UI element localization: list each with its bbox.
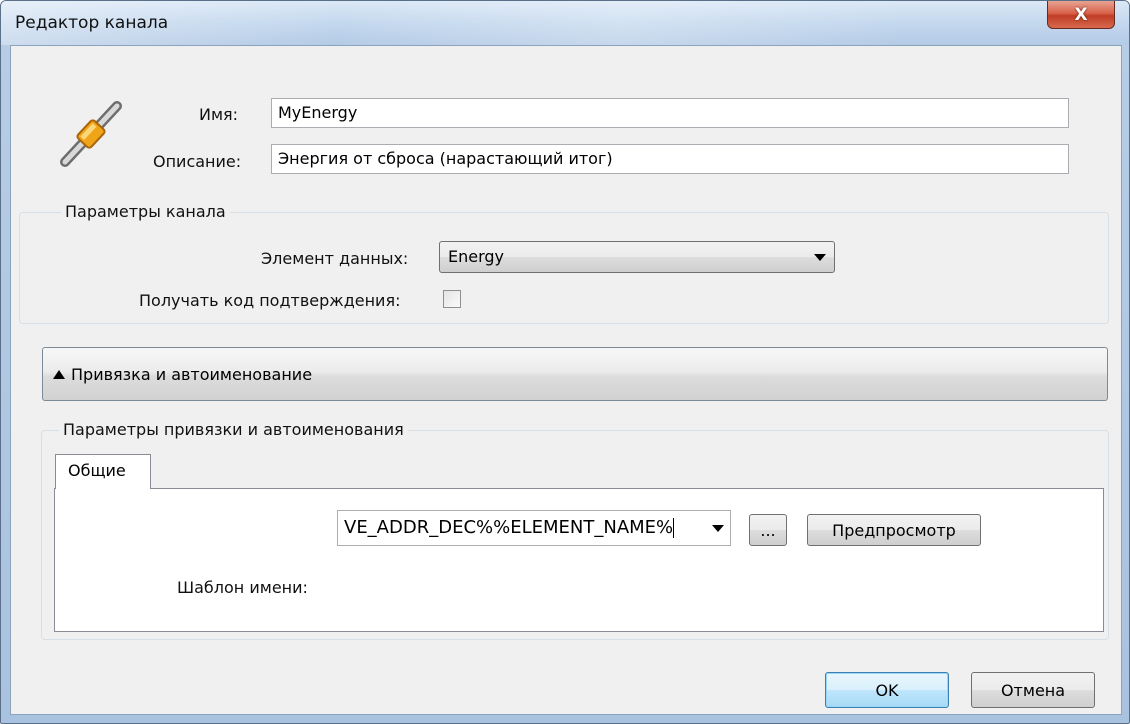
preview-button-label: Предпросмотр	[832, 520, 956, 540]
dialog-client-area: Имя: MyEnergy Описание: Энергия от сброс…	[10, 45, 1122, 715]
name-template-combo[interactable]: VE_ADDR_DEC%%ELEMENT_NAME%	[337, 510, 731, 546]
ok-button[interactable]: OK	[825, 672, 949, 708]
name-template-label: Шаблон имени:	[177, 578, 308, 597]
channel-connector-icon	[51, 94, 131, 174]
data-element-label: Элемент данных:	[261, 249, 409, 268]
tab-general-label: Общие	[68, 461, 126, 480]
binding-expander[interactable]: Привязка и автоименование	[42, 347, 1108, 401]
data-element-select[interactable]: Energy	[439, 241, 835, 273]
tab-active-connector	[56, 487, 150, 490]
name-input[interactable]: MyEnergy	[271, 98, 1069, 128]
binding-params-title: Параметры привязки и автоименования	[59, 420, 408, 439]
close-button[interactable]: X	[1047, 1, 1115, 29]
ok-button-label: OK	[875, 680, 899, 700]
title-bar[interactable]: Редактор канала X	[1, 1, 1129, 45]
triangle-up-icon	[53, 369, 65, 379]
name-template-dropdown-button[interactable]	[705, 511, 731, 545]
name-label: Имя:	[199, 105, 239, 124]
browse-button-label: ...	[760, 520, 776, 540]
window-title: Редактор канала	[15, 13, 169, 33]
description-input[interactable]: Энергия от сброса (нарастающий итог)	[271, 144, 1069, 174]
chevron-down-icon	[814, 254, 826, 261]
chevron-down-icon	[712, 525, 724, 532]
binding-expander-label: Привязка и автоименование	[71, 364, 313, 384]
preview-button[interactable]: Предпросмотр	[807, 514, 981, 546]
cancel-button-label: Отмена	[1000, 680, 1066, 700]
name-template-value: VE_ADDR_DEC%%ELEMENT_NAME%	[344, 517, 674, 538]
description-label: Описание:	[153, 152, 242, 171]
data-element-value: Energy	[448, 247, 505, 266]
confirm-code-checkbox[interactable]	[443, 290, 461, 308]
cancel-button[interactable]: Отмена	[971, 672, 1095, 708]
channel-params-title: Параметры канала	[61, 202, 230, 221]
close-icon: X	[1074, 4, 1088, 25]
browse-button[interactable]: ...	[749, 514, 787, 546]
text-caret	[673, 518, 675, 538]
tab-general[interactable]: Общие	[55, 454, 151, 489]
channel-editor-window: Редактор канала X Имя: MyEnergy Описание…	[0, 0, 1130, 724]
confirm-code-label: Получать код подтверждения:	[139, 291, 401, 310]
